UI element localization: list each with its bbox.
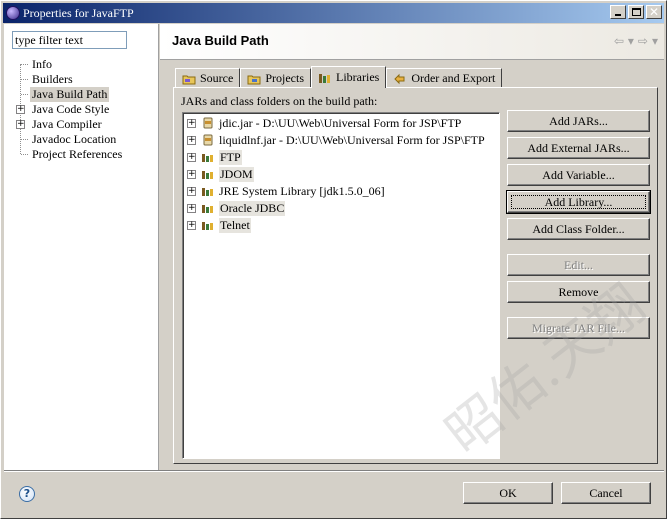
library-icon bbox=[201, 185, 215, 197]
tree-guide bbox=[21, 79, 28, 80]
maximize-button[interactable] bbox=[628, 5, 644, 19]
eclipse-icon bbox=[6, 6, 20, 20]
title-bar: Properties for JavaFTP ✕ bbox=[3, 3, 664, 23]
tab-libraries[interactable]: Libraries bbox=[311, 66, 387, 88]
history-nav: ⇦ ▾ ⇨ ▾ bbox=[614, 34, 658, 48]
tab-source[interactable]: Source bbox=[175, 68, 241, 88]
libraries-list[interactable]: + jdic.jar - D:\UU\Web\Universal Form fo… bbox=[182, 112, 500, 459]
add-jars-button[interactable]: Add JARs... bbox=[507, 110, 650, 132]
list-item[interactable]: + JRE System Library [jdk1.5.0_06] bbox=[187, 183, 385, 199]
library-label: JDOM bbox=[219, 166, 254, 182]
nav-item-project-references[interactable]: Project References bbox=[32, 147, 122, 162]
help-icon[interactable]: ? bbox=[19, 486, 35, 502]
list-item[interactable]: + JDOM bbox=[187, 166, 254, 182]
add-class-folder-button[interactable]: Add Class Folder... bbox=[507, 218, 650, 240]
window-title: Properties for JavaFTP bbox=[23, 5, 134, 20]
cancel-button[interactable]: Cancel bbox=[561, 482, 651, 504]
add-external-jars-button[interactable]: Add External JARs... bbox=[507, 137, 650, 159]
library-label: Oracle JDBC bbox=[219, 200, 286, 216]
nav-item-builders[interactable]: Builders bbox=[32, 72, 73, 87]
ok-button[interactable]: OK bbox=[463, 482, 553, 504]
back-dropdown-icon[interactable]: ▾ bbox=[628, 34, 634, 48]
library-label: FTP bbox=[219, 149, 242, 165]
forward-dropdown-icon[interactable]: ▾ bbox=[652, 34, 658, 48]
source-folder-icon bbox=[182, 73, 196, 85]
jar-icon bbox=[201, 134, 215, 146]
expand-icon[interactable]: + bbox=[187, 152, 196, 162]
expand-icon[interactable]: + bbox=[16, 105, 25, 114]
add-variable-button[interactable]: Add Variable... bbox=[507, 164, 650, 186]
libraries-tab-panel: JARs and class folders on the build path… bbox=[173, 87, 658, 464]
library-label: jdic.jar - D:\UU\Web\Universal Form for … bbox=[219, 115, 462, 130]
tree-guide bbox=[21, 154, 28, 155]
page-header: Java Build Path ⇦ ▾ ⇨ ▾ bbox=[160, 24, 664, 60]
list-item[interactable]: + Oracle JDBC bbox=[187, 200, 286, 216]
add-library-button[interactable]: Add Library... bbox=[506, 190, 651, 214]
maximize-icon bbox=[632, 8, 641, 16]
close-button[interactable]: ✕ bbox=[646, 5, 662, 19]
edit-button[interactable]: Edit... bbox=[507, 254, 650, 276]
nav-item-java-build-path[interactable]: Java Build Path bbox=[30, 87, 110, 102]
library-label: Telnet bbox=[219, 217, 251, 233]
list-item[interactable]: + liquidlnf.jar - D:\UU\Web\Universal Fo… bbox=[187, 132, 485, 148]
library-icon bbox=[201, 202, 215, 214]
minimize-button[interactable] bbox=[610, 5, 626, 19]
preference-nav-panel: Info Builders Java Build Path + Java Cod… bbox=[4, 24, 159, 470]
properties-dialog: Properties for JavaFTP ✕ Info Builders J… bbox=[0, 0, 667, 519]
expand-icon[interactable]: + bbox=[187, 220, 196, 230]
page-title: Java Build Path bbox=[172, 33, 269, 48]
tab-libraries-label: Libraries bbox=[336, 70, 380, 84]
tree-guide bbox=[21, 64, 28, 65]
tab-source-label: Source bbox=[200, 71, 234, 85]
expand-icon[interactable]: + bbox=[187, 169, 196, 179]
tree-guide bbox=[21, 94, 28, 95]
library-icon bbox=[201, 219, 215, 231]
expand-icon[interactable]: + bbox=[187, 135, 196, 145]
back-arrow-icon[interactable]: ⇦ bbox=[614, 34, 624, 48]
library-label: JRE System Library [jdk1.5.0_06] bbox=[219, 183, 385, 198]
tree-guide bbox=[21, 139, 28, 140]
list-item[interactable]: + FTP bbox=[187, 149, 242, 165]
tab-order-export-label: Order and Export bbox=[411, 71, 496, 85]
tab-projects-label: Projects bbox=[265, 71, 304, 85]
footer-divider bbox=[4, 470, 664, 472]
libraries-heading: JARs and class folders on the build path… bbox=[181, 94, 378, 108]
close-icon: ✕ bbox=[648, 5, 660, 19]
window-controls: ✕ bbox=[608, 5, 662, 19]
order-export-icon bbox=[393, 73, 407, 85]
minimize-icon bbox=[615, 14, 621, 16]
tab-projects[interactable]: Projects bbox=[240, 68, 311, 88]
nav-item-javadoc-location[interactable]: Javadoc Location bbox=[32, 132, 116, 147]
libraries-icon bbox=[318, 72, 332, 84]
expand-icon[interactable]: + bbox=[187, 203, 196, 213]
jar-icon bbox=[201, 117, 215, 129]
tab-order-export[interactable]: Order and Export bbox=[386, 68, 503, 88]
library-icon bbox=[201, 168, 215, 180]
expand-icon[interactable]: + bbox=[187, 186, 196, 196]
nav-item-info[interactable]: Info bbox=[32, 57, 52, 72]
remove-button[interactable]: Remove bbox=[507, 281, 650, 303]
list-item[interactable]: + jdic.jar - D:\UU\Web\Universal Form fo… bbox=[187, 115, 461, 131]
nav-item-java-code-style[interactable]: Java Code Style bbox=[32, 102, 109, 117]
page-content: Java Build Path ⇦ ▾ ⇨ ▾ Source Projects bbox=[160, 24, 664, 470]
expand-icon[interactable]: + bbox=[187, 118, 196, 128]
library-label: liquidlnf.jar - D:\UU\Web\Universal Form… bbox=[219, 132, 485, 147]
projects-icon bbox=[247, 73, 261, 85]
build-path-tabs: Source Projects Libraries Order and Expo… bbox=[175, 66, 503, 88]
expand-icon[interactable]: + bbox=[16, 120, 25, 129]
migrate-jar-button[interactable]: Migrate JAR File... bbox=[507, 317, 650, 339]
library-icon bbox=[201, 151, 215, 163]
nav-item-java-compiler[interactable]: Java Compiler bbox=[32, 117, 102, 132]
list-item[interactable]: + Telnet bbox=[187, 217, 251, 233]
filter-input[interactable] bbox=[12, 31, 127, 49]
forward-arrow-icon[interactable]: ⇨ bbox=[638, 34, 648, 48]
